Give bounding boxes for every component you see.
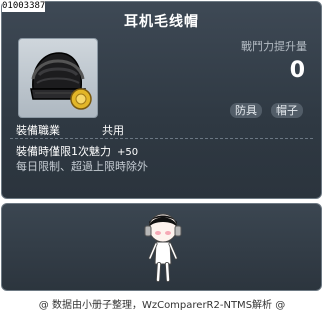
- stat-text: 裝備時僅限1次魅力: [16, 145, 111, 158]
- stat-bonus: +50: [117, 147, 139, 158]
- item-id: 01003387: [2, 1, 46, 12]
- combat-power-value: 0: [289, 58, 305, 83]
- credit-footer: @ 数据由小册子整理，WzComparerR2-NTMS解析 @: [38, 300, 286, 311]
- stat-line: 裝備時僅限1次魅力 +50: [16, 143, 138, 159]
- headphone-beanie-icon: [30, 52, 92, 110]
- divider: [10, 138, 313, 139]
- item-name: 耳机毛线帽: [124, 14, 199, 30]
- job-label: 裝備職業: [16, 124, 60, 137]
- combat-power-label: 戰鬥力提升量: [241, 40, 307, 53]
- category-tag-armor: 防具: [230, 103, 262, 118]
- item-tooltip: 耳机毛线帽 戰鬥力提升量 0 防具 帽子 裝備職業 共用 裝備時僅限1次魅力 +5…: [1, 1, 322, 199]
- character-preview-panel: [1, 203, 322, 291]
- character-preview-icon: [144, 213, 182, 282]
- item-icon-frame: [18, 38, 98, 118]
- restriction-text: 每日限制、超過上限時除外: [16, 160, 148, 173]
- category-tag-hat: 帽子: [271, 103, 303, 118]
- job-value: 共用: [102, 124, 124, 137]
